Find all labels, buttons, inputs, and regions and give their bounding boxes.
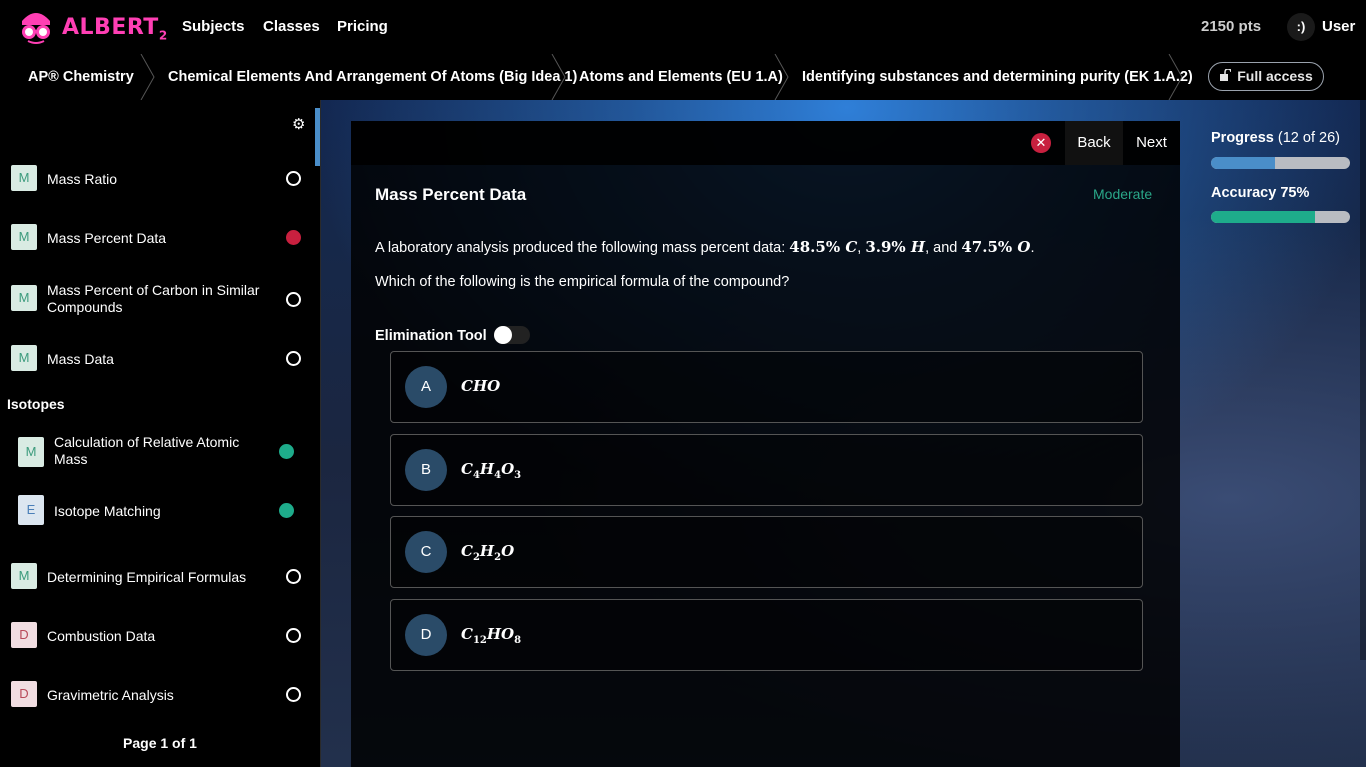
toggle-knob [494,326,512,344]
breadcrumb-item-topic[interactable]: Atoms and Elements (EU 1.A) [579,69,783,85]
sidebar-item-mass-data[interactable]: M Mass Data [0,344,315,374]
nav-pricing[interactable]: Pricing [337,18,388,35]
sidebar-item-mass-ratio[interactable]: M Mass Ratio [0,164,315,194]
answer-choice-b[interactable]: B C4H4O3 [390,434,1143,506]
sidebar-item-label: Determining Empirical Formulas [47,569,247,585]
sidebar-item-label: Mass Ratio [47,171,118,187]
progress-label: Progress (12 of 26) [1211,130,1340,146]
full-access-label: Full access [1237,68,1313,84]
question-panel: ✕ Back Next Mass Percent Data Moderate A… [351,121,1180,767]
page-indicator: Page 1 of 1 [123,735,197,751]
choice-letter: C [405,531,447,573]
chevron-right-icon [1168,54,1183,100]
question-prompt-2: Which of the following is the empirical … [375,274,790,290]
status-empty-icon [286,171,301,186]
sidebar-item-relative-atomic-mass[interactable]: M Calculation of Relative Atomic Mass [0,434,315,470]
active-item-indicator [315,108,320,166]
question-title: Mass Percent Data [375,185,527,204]
status-current-icon [286,230,301,245]
glasses-mascot-icon [22,13,50,44]
sidebar-item-combustion-data[interactable]: D Combustion Data [0,621,315,651]
status-correct-icon [279,503,294,518]
chevron-right-icon [774,54,789,100]
breadcrumb-item-subtopic[interactable]: Identifying substances and determining p… [802,69,1193,85]
badge-multiple-choice: M [11,563,37,589]
status-empty-icon [286,351,301,366]
answer-choice-c[interactable]: C C2H2O [390,516,1143,588]
sidebar: ⚙ M Mass Ratio M Mass Percent Data M Mas… [0,100,321,767]
accuracy-bar-fill [1211,211,1316,223]
sidebar-item-isotope-matching[interactable]: E Isotope Matching [0,495,315,525]
elimination-tool-label: Elimination Tool [375,328,487,344]
avatar[interactable]: :) [1287,13,1315,41]
top-navbar: ALBERT2 Subjects Classes Pricing 2150 pt… [0,0,1366,54]
difficulty-label: Moderate [1093,186,1153,202]
sidebar-item-empirical-formulas[interactable]: M Determining Empirical Formulas [0,562,315,592]
progress-bar [1211,157,1350,169]
nav-subjects[interactable]: Subjects [182,18,245,35]
unlock-icon [1220,69,1232,81]
badge-exercise: E [18,495,44,525]
breadcrumb-item-unit[interactable]: Chemical Elements And Arrangement Of Ato… [168,69,577,85]
chevron-right-icon [551,54,566,100]
chevron-right-icon [140,54,155,100]
sidebar-item-label: Mass Data [47,351,114,367]
sidebar-item-label: Combustion Data [47,628,156,644]
choice-formula: C2H2O [461,542,515,563]
next-button[interactable]: Next [1123,121,1180,165]
breadcrumb-item-subject[interactable]: AP® Chemistry [28,69,134,85]
status-empty-icon [286,628,301,643]
breadcrumb: AP® Chemistry Chemical Elements And Arra… [0,54,1366,100]
answer-choice-d[interactable]: D C12HO8 [390,599,1143,671]
sidebar-item-mass-percent-data[interactable]: M Mass Percent Data [0,223,315,253]
points-counter: 2150 pts [1201,18,1262,35]
accuracy-bar [1211,211,1350,223]
close-icon[interactable]: ✕ [1031,133,1051,153]
nav-classes[interactable]: Classes [263,18,320,35]
sidebar-item-label: Mass Percent of Carbon in Similar Compou… [47,282,260,315]
choice-formula: C12HO8 [461,625,522,646]
status-correct-icon [279,444,294,459]
badge-multiple-choice: M [11,345,37,371]
section-title-isotopes: Isotopes [7,396,65,412]
sidebar-item-label: Gravimetric Analysis [47,687,174,703]
question-toolbar: ✕ Back Next [351,121,1180,165]
question-prompt: A laboratory analysis produced the follo… [375,238,1035,256]
choice-letter: A [405,366,447,408]
back-button[interactable]: Back [1065,121,1123,165]
albert-logo[interactable]: ALBERT2 [16,7,167,47]
choice-formula: C4H4O3 [461,460,522,481]
choice-letter: D [405,614,447,656]
status-empty-icon [286,292,301,307]
badge-multiple-choice: M [18,437,44,467]
status-empty-icon [286,687,301,702]
gear-icon[interactable]: ⚙ [292,115,305,133]
page-scrollbar[interactable] [1360,100,1366,660]
sidebar-item-label: Mass Percent Data [47,230,167,246]
progress-bar-fill [1211,157,1276,169]
brand-name: ALBERT2 [62,15,168,43]
elimination-tool-toggle[interactable] [494,326,530,344]
answer-choice-a[interactable]: A CHO [390,351,1143,423]
sidebar-item-gravimetric-analysis[interactable]: D Gravimetric Analysis [0,680,315,710]
status-empty-icon [286,569,301,584]
sidebar-item-mass-percent-carbon[interactable]: M Mass Percent of Carbon in Similar Comp… [0,282,315,318]
badge-multiple-choice: M [11,224,37,250]
badge-document: D [11,681,37,707]
badge-document: D [11,622,37,648]
choice-formula: CHO [461,377,501,395]
sidebar-item-label: Isotope Matching [54,503,161,519]
badge-multiple-choice: M [11,285,37,311]
user-menu[interactable]: User [1322,18,1355,35]
badge-multiple-choice: M [11,165,37,191]
accuracy-label: Accuracy 75% [1211,185,1310,201]
sidebar-item-label: Calculation of Relative Atomic Mass [54,434,240,467]
choice-letter: B [405,449,447,491]
full-access-button[interactable]: Full access [1208,62,1324,91]
